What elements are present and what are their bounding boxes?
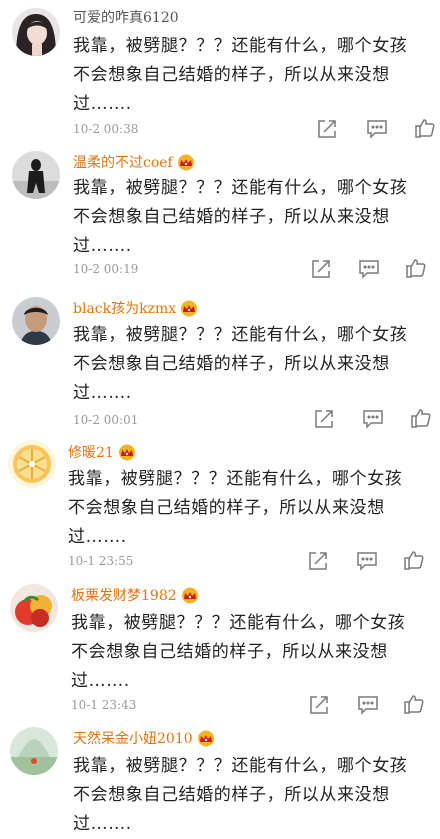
share-button[interactable] <box>308 694 330 716</box>
username-text[interactable]: 天然呆金小妞2010 <box>73 728 193 748</box>
comment-item: 天然呆金小妞2010 我靠，被劈腿？？？还能有什么，哪个女孩 不会想象自己结婚的… <box>0 717 440 834</box>
share-icon <box>318 120 336 138</box>
comment-line: 我靠，被劈腿？？？还能有什么，哪个女孩 <box>73 325 408 345</box>
comment-line: 过……. <box>73 814 132 834</box>
avatar[interactable] <box>12 297 60 345</box>
comment-text: 我靠，被劈腿？？？还能有什么，哪个女孩 不会想象自己结婚的样子，所以从来没想 过… <box>73 752 407 839</box>
like-button[interactable] <box>410 407 432 429</box>
comment-line: 我靠，被劈腿？？？还能有什么，哪个女孩 <box>73 178 408 198</box>
comment-icon <box>358 696 378 715</box>
comment-time: 10-1 23:43 <box>71 698 137 712</box>
share-button[interactable] <box>316 118 338 140</box>
comment-time: 10-1 23:55 <box>68 554 134 568</box>
like-button[interactable] <box>403 693 425 715</box>
share-button[interactable] <box>310 258 332 280</box>
username-text[interactable]: 修暖21 <box>68 442 114 462</box>
username-text[interactable]: black孩为kzmx <box>73 298 176 318</box>
comment-time: 10-2 00:38 <box>73 122 139 136</box>
username[interactable]: black孩为kzmx <box>73 298 199 318</box>
crown-badge-icon <box>181 587 198 603</box>
comment-line: 不会想象自己结婚的样子，所以从来没想 <box>71 642 388 662</box>
comment-line: 过……. <box>73 383 132 403</box>
comment-button[interactable] <box>357 694 379 716</box>
share-icon <box>315 410 333 428</box>
comment-icon <box>359 260 379 279</box>
comment-time: 10-2 00:01 <box>73 413 139 427</box>
like-button[interactable] <box>414 117 436 139</box>
comment-line: 我靠，被劈腿？？？还能有什么，哪个女孩 <box>68 469 403 489</box>
comment-text: 我靠，被劈腿？？？还能有什么，哪个女孩 不会想象自己结婚的样子，所以从来没想 过… <box>68 465 402 552</box>
username[interactable]: 板栗发财梦1982 <box>71 585 200 605</box>
crown-badge-icon <box>177 154 194 170</box>
comment-text: 我靠，被劈腿？？？还能有什么，哪个女孩 不会想象自己结婚的样子，所以从来没想 过… <box>73 321 407 408</box>
comment-line: 不会想象自己结婚的样子，所以从来没想 <box>73 354 390 374</box>
share-icon <box>310 696 328 714</box>
crown-badge-icon <box>181 300 198 316</box>
thumbs-up-icon <box>411 409 431 428</box>
comment-button[interactable] <box>366 118 388 140</box>
comment-icon <box>367 120 387 139</box>
avatar[interactable] <box>10 727 58 775</box>
avatar[interactable] <box>10 584 58 632</box>
comment-line: 过……. <box>73 94 132 114</box>
comment-item: black孩为kzmx 我靠，被劈腿？？？还能有什么，哪个女孩 不会想象自己结婚… <box>0 287 440 432</box>
avatar[interactable] <box>12 8 60 56</box>
comment-icon <box>363 410 383 429</box>
comment-button[interactable] <box>356 550 378 572</box>
comment-line: 过……. <box>73 236 132 256</box>
thumbs-up-icon <box>404 695 424 714</box>
comment-item: 温柔的不过coef 我靠，被劈腿？？？还能有什么，哪个女孩 不会想象自己结婚的样… <box>0 145 440 287</box>
username-text[interactable]: 温柔的不过coef <box>73 152 173 172</box>
comment-item: 可爱的咋真6120 我靠，被劈腿？？？还能有什么，哪个女孩 不会想象自己结婚的样… <box>0 0 440 145</box>
username-text[interactable]: 可爱的咋真6120 <box>73 7 179 27</box>
avatar[interactable] <box>12 151 60 199</box>
comment-button[interactable] <box>358 258 380 280</box>
comment-line: 过……. <box>71 671 130 691</box>
crown-badge-icon <box>118 444 135 460</box>
comment-text: 我靠，被劈腿？？？还能有什么，哪个女孩 不会想象自己结婚的样子，所以从来没想 过… <box>73 32 407 119</box>
comment-text: 我靠，被劈腿？？？还能有什么，哪个女孩 不会想象自己结婚的样子，所以从来没想 过… <box>73 174 407 261</box>
username-text[interactable]: 板栗发财梦1982 <box>71 585 177 605</box>
comment-button[interactable] <box>362 408 384 430</box>
share-button[interactable] <box>313 408 335 430</box>
like-button[interactable] <box>403 549 425 571</box>
comment-icon <box>357 552 377 571</box>
avatar[interactable] <box>8 440 56 488</box>
comment-line: 我靠，被劈腿？？？还能有什么，哪个女孩 <box>73 36 408 56</box>
thumbs-up-icon <box>415 119 435 138</box>
like-button[interactable] <box>405 257 427 279</box>
thumbs-up-icon <box>406 259 426 278</box>
thumbs-up-icon <box>404 551 424 570</box>
comment-item: 板栗发财梦1982 我靠，被劈腿？？？还能有什么，哪个女孩 不会想象自己结婚的样… <box>0 574 440 717</box>
username[interactable]: 天然呆金小妞2010 <box>73 728 216 748</box>
username[interactable]: 修暖21 <box>68 442 137 462</box>
comment-line: 不会想象自己结婚的样子，所以从来没想 <box>73 65 390 85</box>
comment-line: 过……. <box>68 527 127 547</box>
share-button[interactable] <box>307 550 329 572</box>
comment-line: 不会想象自己结婚的样子，所以从来没想 <box>68 498 385 518</box>
comment-item: 修暖21 我靠，被劈腿？？？还能有什么，哪个女孩 不会想象自己结婚的样子，所以从… <box>0 432 440 574</box>
username[interactable]: 可爱的咋真6120 <box>73 7 179 27</box>
share-icon <box>309 552 327 570</box>
comment-text: 我靠，被劈腿？？？还能有什么，哪个女孩 不会想象自己结婚的样子，所以从来没想 过… <box>71 609 405 696</box>
username[interactable]: 温柔的不过coef <box>73 152 196 172</box>
comment-line: 不会想象自己结婚的样子，所以从来没想 <box>73 207 390 227</box>
crown-badge-icon <box>197 730 214 746</box>
comment-line: 我靠，被劈腿？？？还能有什么，哪个女孩 <box>73 756 408 776</box>
comment-time: 10-2 00:19 <box>73 262 139 276</box>
comment-line: 不会想象自己结婚的样子，所以从来没想 <box>73 785 390 805</box>
comment-line: 我靠，被劈腿？？？还能有什么，哪个女孩 <box>71 613 406 633</box>
share-icon <box>312 260 330 278</box>
